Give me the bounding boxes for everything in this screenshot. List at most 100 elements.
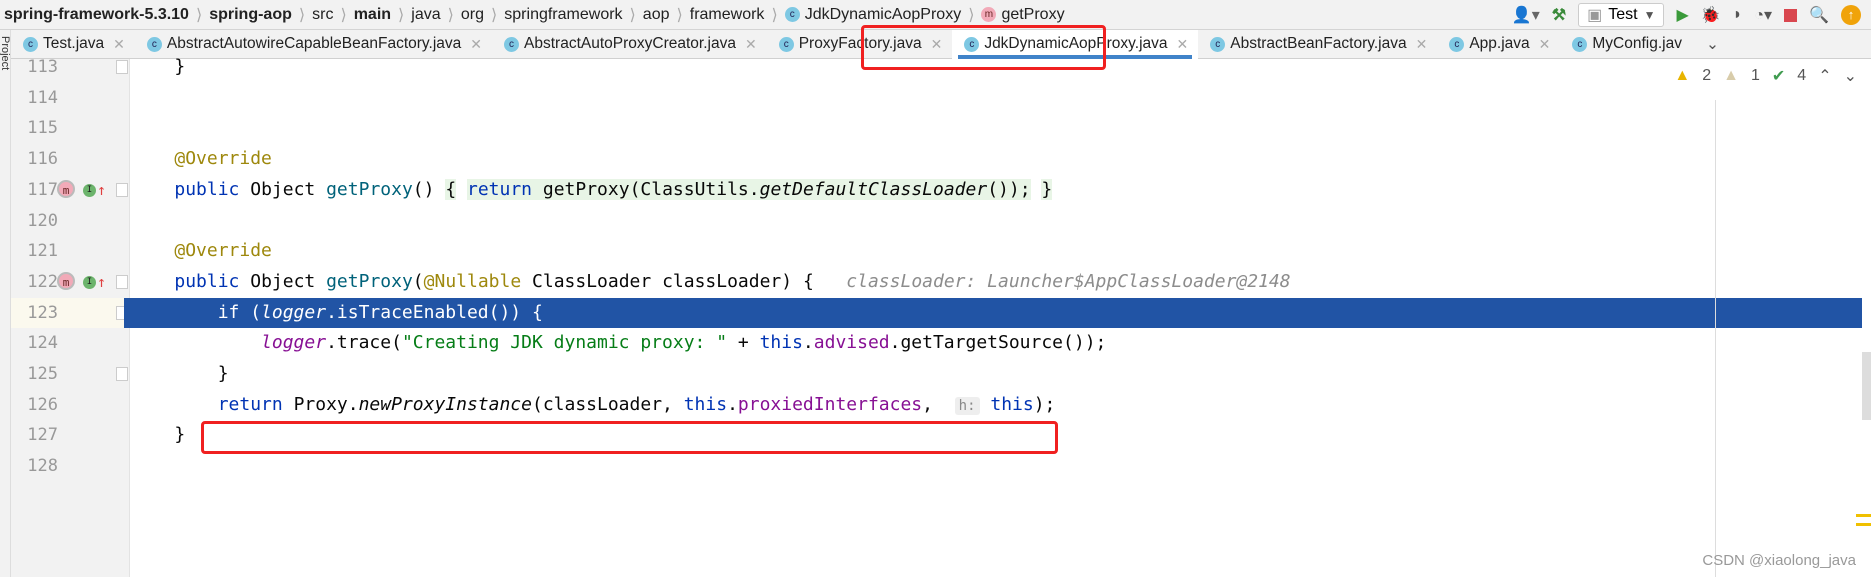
tab-list-chevron-icon[interactable]: ⌄ (1706, 35, 1719, 54)
code-token: Object (239, 178, 327, 200)
code-token: proxiedInterfaces (737, 393, 923, 415)
stop-icon[interactable] (1784, 8, 1798, 22)
line-number[interactable]: 124 (27, 328, 58, 359)
line-number[interactable]: 114 (27, 83, 58, 114)
breadcrumb-label: java (411, 5, 441, 23)
line-number-row: 116 (11, 144, 130, 175)
code-token: + (727, 332, 760, 354)
class-icon: c (146, 36, 162, 52)
code-token: } (131, 363, 229, 384)
breadcrumb-separator-icon: ⟩ (491, 6, 498, 24)
breadcrumb-item[interactable]: framework (686, 6, 769, 24)
line-number[interactable]: 117 (27, 175, 58, 206)
fold-marker-icon[interactable] (116, 274, 128, 289)
class-icon: c (1210, 36, 1226, 52)
run-configuration-select[interactable]: ▣ Test ▼ (1578, 3, 1665, 27)
breadcrumb-item[interactable]: src (308, 6, 337, 24)
code-line[interactable]: } (131, 52, 1871, 83)
project-label[interactable]: Project (0, 36, 11, 70)
class-icon: c (504, 36, 520, 52)
breadcrumb-label: src (312, 5, 334, 23)
code-token: getProxy (326, 270, 413, 292)
inspection-widget[interactable]: ▲ 2 ▲ 1 ✔ 4 ⌃ ⌄ (1674, 66, 1857, 86)
line-number[interactable]: 128 (27, 451, 58, 482)
next-highlight-icon[interactable]: ⌄ (1844, 66, 1857, 86)
line-number[interactable]: 122 (27, 267, 58, 298)
overrides-method-icon[interactable]: m (57, 179, 75, 198)
scrollbar-thumb[interactable] (1862, 352, 1871, 420)
code-line[interactable]: public Object getProxy(@Nullable ClassLo… (131, 267, 1871, 298)
line-number-row: 125 (11, 359, 130, 390)
line-number[interactable]: 125 (27, 359, 58, 390)
close-icon[interactable]: ✕ (931, 36, 943, 53)
breadcrumb-item[interactable]: c JdkDynamicAopProxy (781, 6, 966, 24)
code-token: .trace( (326, 332, 402, 354)
close-icon[interactable]: ✕ (470, 36, 482, 53)
code-line[interactable] (131, 206, 1871, 237)
breadcrumb-item[interactable]: aop (639, 6, 674, 24)
code-token: { (445, 178, 457, 200)
right-margin-guide (1715, 100, 1716, 577)
code-line[interactable] (131, 451, 1871, 482)
line-number-row: 117 m I ↑ (11, 175, 130, 206)
close-icon[interactable]: ✕ (113, 36, 125, 53)
line-number[interactable]: 116 (27, 144, 58, 175)
profile-icon[interactable]: ◔▾ (1754, 5, 1772, 25)
search-icon[interactable]: 🔍 (1809, 5, 1829, 25)
fold-marker-icon[interactable] (116, 367, 128, 381)
breadcrumb-item[interactable]: java (407, 6, 444, 24)
code-line[interactable]: @Override (131, 144, 1871, 175)
code-line[interactable] (131, 113, 1871, 144)
implements-interface-icon[interactable]: I (83, 275, 96, 289)
code-line[interactable]: return Proxy.newProxyInstance(classLoade… (131, 390, 1871, 421)
weak-warning-count: 1 (1750, 67, 1760, 84)
code-line[interactable]: public Object getProxy() { return getPro… (131, 175, 1871, 206)
code-line[interactable]: logger.trace("Creating JDK dynamic proxy… (131, 328, 1871, 359)
code-token: @Override (174, 240, 272, 262)
coverage-icon[interactable]: ◗ (1733, 6, 1743, 24)
line-number[interactable]: 115 (27, 113, 58, 144)
fold-marker-icon[interactable] (116, 60, 128, 74)
previous-highlight-icon[interactable]: ⌃ (1818, 66, 1831, 86)
build-hammer-icon[interactable]: ⚒ (1552, 5, 1566, 25)
code-token: this (683, 393, 728, 415)
code-token: logger (261, 332, 327, 354)
debug-icon[interactable]: 🐞 (1701, 5, 1721, 25)
line-number[interactable]: 113 (27, 52, 58, 83)
user-icon[interactable]: 👤▾ (1512, 5, 1540, 25)
close-icon[interactable]: ✕ (1416, 36, 1428, 53)
close-icon[interactable]: ✕ (1177, 36, 1189, 53)
close-icon[interactable]: ✕ (1539, 36, 1551, 53)
breadcrumb-item[interactable]: main (350, 6, 395, 24)
line-number[interactable]: 120 (27, 206, 58, 237)
code-line[interactable]: } (131, 359, 1871, 390)
line-number[interactable]: 127 (27, 420, 58, 451)
line-number[interactable]: 123 (27, 298, 58, 329)
breadcrumb-item[interactable]: org (457, 6, 488, 24)
typo-check-icon: ✔ (1771, 68, 1786, 85)
breadcrumb-item[interactable]: m getProxy (977, 6, 1068, 24)
close-icon[interactable]: ✕ (745, 36, 757, 53)
run-config-label: Test (1608, 6, 1638, 23)
project-tool-window-strip[interactable]: Project (0, 30, 11, 577)
breadcrumb-item[interactable]: spring-aop (205, 6, 296, 24)
line-number[interactable]: 121 (27, 236, 58, 267)
code-token: , (922, 393, 955, 415)
code-token: ); (1033, 393, 1056, 415)
code-line[interactable] (131, 83, 1871, 114)
breadcrumb-item[interactable]: springframework (500, 6, 626, 24)
line-number-row: 121 (11, 236, 130, 267)
overrides-method-icon[interactable]: m (57, 271, 75, 290)
run-icon[interactable]: ▶ (1676, 5, 1688, 25)
fold-marker-icon[interactable] (116, 182, 128, 197)
code-line[interactable]: } (131, 420, 1871, 451)
line-number[interactable]: 126 (27, 390, 58, 421)
breadcrumb-item[interactable]: spring-framework-5.3.10 (0, 6, 193, 24)
update-icon[interactable]: ↑ (1841, 5, 1861, 25)
code-line[interactable]: @Override (131, 236, 1871, 267)
current-execution-line[interactable]: if (logger.isTraceEnabled()) { (124, 297, 1862, 329)
implements-interface-icon[interactable]: I (83, 183, 96, 197)
